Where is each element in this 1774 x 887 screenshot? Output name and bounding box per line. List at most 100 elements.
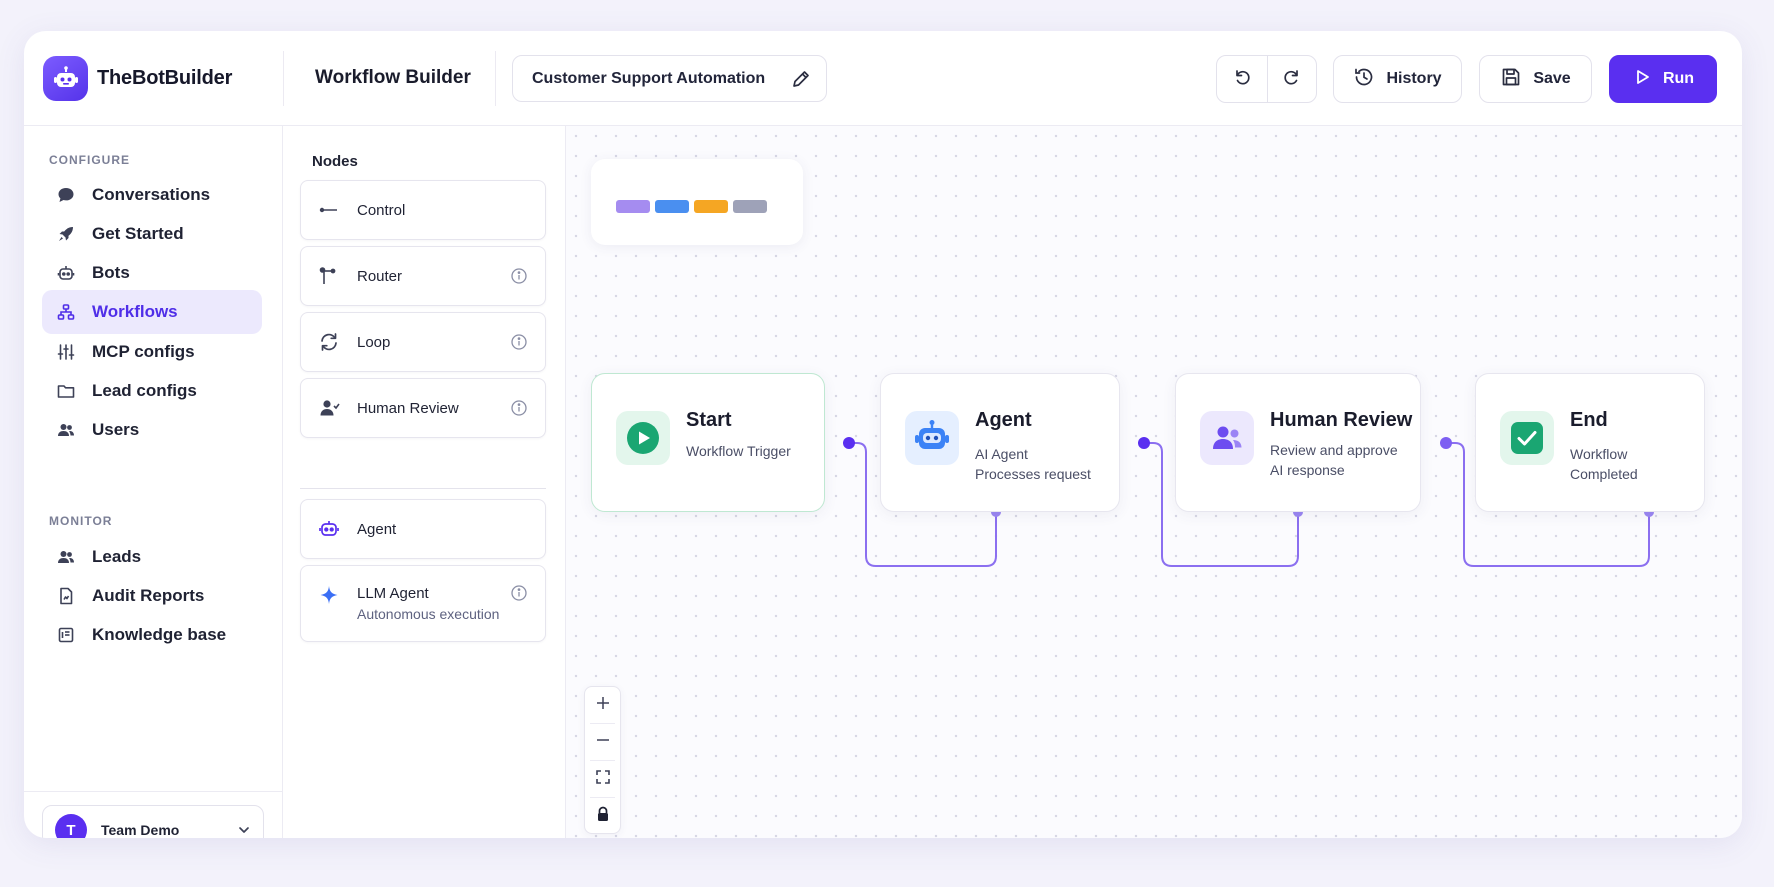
zoom-in-button[interactable] (585, 687, 620, 723)
sidebar-item-label: MCP configs (92, 342, 195, 361)
sidebar-item-label: Audit Reports (92, 586, 205, 605)
bot-logo-icon (43, 56, 88, 101)
node-item-label: LLM Agent (357, 585, 429, 602)
undo-icon (1232, 67, 1252, 92)
node-item-router[interactable]: Router (300, 246, 546, 306)
team-name: Team Demo (101, 822, 180, 838)
users-icon (1200, 411, 1254, 465)
node-item-loop[interactable]: Loop (300, 312, 546, 372)
robot-icon (318, 518, 340, 540)
sidebar-item-get-started[interactable]: Get Started (42, 212, 262, 256)
sidebar-item-mcp-configs[interactable]: MCP configs (42, 330, 262, 374)
control-icon (318, 199, 340, 221)
plus-icon (595, 695, 611, 716)
flow-node-title: End (1570, 409, 1608, 431)
history-button[interactable]: History (1333, 55, 1462, 103)
workflow-name-field[interactable]: Customer Support Automation (512, 55, 827, 102)
sidebar-item-knowledge-base[interactable]: Knowledge base (42, 613, 262, 657)
sidebar-item-label: Get Started (92, 224, 184, 243)
folder-icon (56, 381, 76, 401)
save-icon (1500, 66, 1522, 93)
node-item-human-review[interactable]: Human Review (300, 378, 546, 438)
node-item-label: Router (357, 267, 403, 285)
fit-view-icon (595, 769, 611, 790)
node-item-llm-agent[interactable]: LLM Agent Autonomous execution (300, 565, 546, 642)
header-divider (283, 51, 284, 106)
sidebar-item-label: Knowledge base (92, 625, 227, 644)
flow-node-subtitle: Review and approve AI response (1270, 440, 1398, 480)
play-circle-icon (616, 411, 670, 465)
node-item-agent[interactable]: Agent (300, 499, 546, 559)
sidebar-item-workflows[interactable]: Workflows (42, 290, 262, 334)
workflow-name-text: Customer Support Automation (532, 69, 766, 87)
sidebar-item-lead-configs[interactable]: Lead configs (42, 369, 262, 413)
info-icon[interactable] (510, 584, 528, 606)
zoom-out-button[interactable] (585, 724, 620, 760)
history-icon (1353, 66, 1375, 93)
lock-button[interactable] (585, 798, 620, 834)
check-icon (1500, 411, 1554, 465)
sidebar-divider (24, 791, 283, 792)
undo-redo-group (1216, 55, 1317, 103)
undo-button[interactable] (1217, 56, 1267, 102)
loop-icon (318, 331, 340, 353)
flow-node-line: Workflow Trigger (686, 443, 791, 459)
book-icon (56, 625, 76, 645)
flow-node-agent[interactable]: Agent AI Agent Processes request (880, 373, 1120, 512)
rocket-icon (56, 224, 76, 244)
run-label: Run (1662, 70, 1695, 87)
history-label: History (1386, 70, 1442, 87)
sidebar-item-label: Leads (92, 547, 142, 566)
flow-node-line: AI Agent (975, 446, 1028, 462)
output-port (843, 437, 855, 449)
node-item-sublabel: Autonomous execution (357, 606, 500, 622)
run-button[interactable]: Run (1609, 55, 1717, 103)
node-item-control[interactable]: Control (300, 180, 546, 240)
fit-view-button[interactable] (585, 761, 620, 797)
sidebar-item-users[interactable]: Users (42, 408, 262, 452)
sidebar-item-audit-reports[interactable]: Audit Reports (42, 574, 262, 618)
app-window: TheBotBuilder Workflow Builder Customer … (24, 31, 1742, 838)
info-icon[interactable] (510, 399, 528, 421)
team-switcher[interactable]: T Team Demo (42, 805, 264, 838)
flow-node-human-review[interactable]: Human Review Review and approve AI respo… (1175, 373, 1421, 512)
robot-icon (905, 411, 959, 465)
flow-node-title: Human Review (1270, 409, 1413, 431)
info-icon[interactable] (510, 267, 528, 289)
brand-name: TheBotBuilder (97, 67, 233, 89)
workflow-canvas[interactable]: Start Workflow Trigger Agent AI Agent Pr… (566, 126, 1742, 838)
sidebar-item-bots[interactable]: Bots (42, 251, 262, 295)
person-icon (318, 397, 340, 419)
flow-node-end[interactable]: End Workflow Completed (1475, 373, 1705, 512)
flow-node-subtitle: Workflow Trigger (686, 441, 791, 461)
redo-button[interactable] (1266, 56, 1317, 102)
flow-node-line: AI response (1270, 462, 1345, 478)
flow-node-line: Completed (1570, 466, 1638, 482)
flow-node-start[interactable]: Start Workflow Trigger (591, 373, 825, 512)
sparkle-icon (318, 584, 340, 606)
sidebar-item-label: Conversations (92, 185, 211, 204)
brand[interactable]: TheBotBuilder (43, 56, 232, 101)
chevron-down-icon (237, 823, 251, 838)
flow-node-line: Review and approve (1270, 442, 1398, 458)
output-port (1138, 437, 1150, 449)
play-icon (1632, 67, 1652, 92)
section-label-configure: CONFIGURE (49, 153, 130, 167)
sidebar-item-conversations[interactable]: Conversations (42, 173, 262, 217)
flow-node-line: Workflow (1570, 446, 1628, 462)
lock-icon (595, 806, 611, 827)
nodes-divider (300, 488, 546, 489)
node-item-label: Loop (357, 333, 391, 351)
router-icon (318, 265, 340, 287)
page-title: Workflow Builder (315, 67, 471, 88)
save-button[interactable]: Save (1479, 55, 1592, 103)
info-icon[interactable] (510, 333, 528, 355)
sidebar-item-leads[interactable]: Leads (42, 535, 262, 579)
redo-icon (1282, 67, 1302, 92)
section-label-monitor: MONITOR (49, 514, 113, 528)
pencil-icon[interactable] (790, 68, 812, 95)
report-icon (56, 586, 76, 606)
sidebar: CONFIGURE Conversations Get Started Bots… (24, 126, 283, 838)
save-label: Save (1533, 70, 1571, 87)
users-icon (56, 547, 76, 567)
